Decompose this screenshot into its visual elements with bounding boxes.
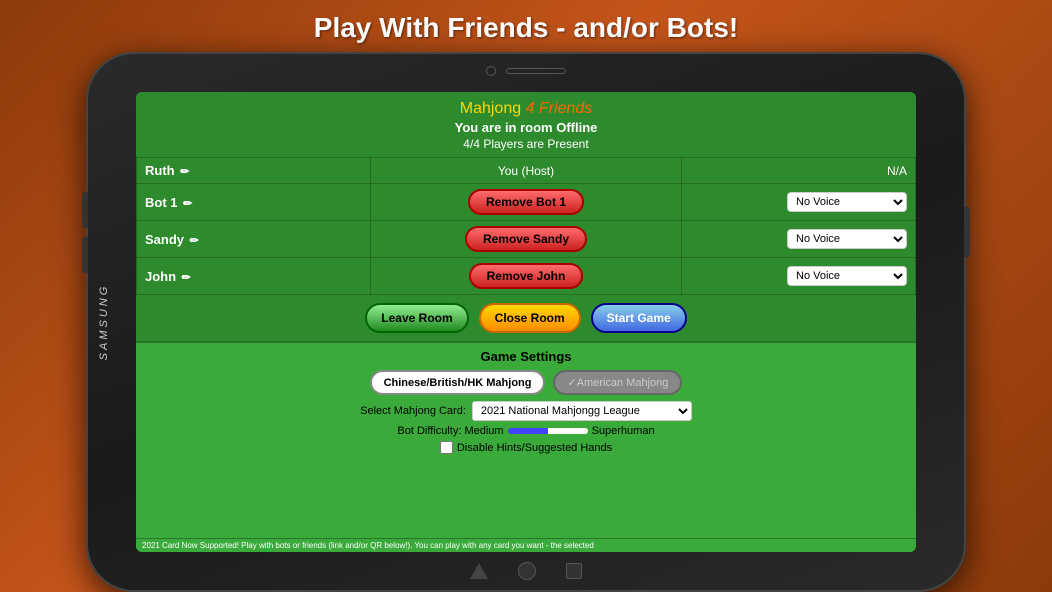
- page-title: Play With Friends - and/or Bots!: [314, 0, 738, 52]
- phone-screen: Mahjong 4 Friends You are in room Offlin…: [136, 92, 916, 552]
- volume-down-button[interactable]: [82, 237, 88, 273]
- table-row: Sandy ✏ Remove Sandy No Voice: [137, 221, 916, 258]
- card-select-dropdown[interactable]: 2021 National Mahjongg League: [472, 401, 692, 421]
- player-name-john: John ✏: [137, 258, 371, 295]
- card-select-row: Select Mahjong Card: 2021 National Mahjo…: [146, 401, 906, 421]
- host-label: You (Host): [498, 164, 554, 178]
- settings-title: Game Settings: [146, 349, 906, 364]
- player-name-sandy: Sandy ✏: [137, 221, 371, 258]
- difficulty-label: Bot Difficulty: Medium: [397, 425, 503, 437]
- players-info: 4/4 Players are Present: [146, 137, 906, 151]
- edit-icon-bot1[interactable]: ✏: [183, 197, 192, 210]
- title-friends: 4 Friends: [526, 100, 593, 117]
- app-content: Mahjong 4 Friends You are in room Offlin…: [136, 92, 916, 552]
- bottom-note: 2021 Card Now Supported! Play with bots …: [136, 538, 916, 552]
- leave-room-button[interactable]: Leave Room: [365, 303, 468, 333]
- settings-section: Game Settings Chinese/British/HK Mahjong…: [136, 341, 916, 538]
- room-info: You are in room Offline: [146, 120, 906, 135]
- remove-bot1-button[interactable]: Remove Bot 1: [468, 189, 584, 215]
- player-action-sandy: Remove Sandy: [370, 221, 682, 258]
- table-row: Ruth ✏ You (Host) N/A: [137, 158, 916, 184]
- player-action-ruth: You (Host): [370, 158, 682, 184]
- power-button[interactable]: [964, 207, 970, 257]
- american-mahjong-button[interactable]: ✓American Mahjong: [553, 370, 682, 395]
- front-camera: [486, 66, 496, 76]
- table-row: Bot 1 ✏ Remove Bot 1 No Voice: [137, 184, 916, 221]
- difficulty-row: Bot Difficulty: Medium Superhuman: [146, 425, 906, 437]
- recents-button[interactable]: [566, 563, 582, 579]
- phone-device: SAMSUNG Mahjong 4 Friends: [86, 52, 966, 592]
- brand-label: SAMSUNG: [98, 284, 110, 361]
- app-title: Mahjong 4 Friends: [146, 100, 906, 118]
- volume-up-button[interactable]: [82, 192, 88, 228]
- player-voice-sandy: No Voice: [682, 221, 916, 258]
- back-button[interactable]: [470, 563, 488, 579]
- card-select-label: Select Mahjong Card:: [360, 405, 466, 417]
- chinese-mahjong-button[interactable]: Chinese/British/HK Mahjong: [370, 370, 546, 395]
- table-row: John ✏ Remove John No Voice: [137, 258, 916, 295]
- hints-label: Disable Hints/Suggested Hands: [457, 442, 612, 454]
- app-header: Mahjong 4 Friends You are in room Offlin…: [136, 92, 916, 157]
- player-action-john: Remove John: [370, 258, 682, 295]
- remove-john-button[interactable]: Remove John: [469, 263, 584, 289]
- player-voice-john: No Voice: [682, 258, 916, 295]
- earpiece-speaker: [506, 68, 566, 74]
- player-action-bot1: Remove Bot 1: [370, 184, 682, 221]
- action-buttons-row: Leave Room Close Room Start Game: [136, 295, 916, 341]
- start-game-button[interactable]: Start Game: [591, 303, 687, 333]
- voice-select-bot1[interactable]: No Voice: [787, 192, 907, 212]
- player-voice-bot1: No Voice: [682, 184, 916, 221]
- nav-buttons: [470, 562, 582, 580]
- player-name-bot1: Bot 1 ✏: [137, 184, 371, 221]
- edit-icon-ruth[interactable]: ✏: [180, 165, 189, 178]
- na-text: N/A: [887, 164, 907, 178]
- voice-select-sandy[interactable]: No Voice: [787, 229, 907, 249]
- title-mahjong: Mahjong: [460, 100, 521, 117]
- hints-row: Disable Hints/Suggested Hands: [146, 441, 906, 454]
- player-voice-ruth: N/A: [682, 158, 916, 184]
- difficulty-slider[interactable]: [508, 428, 588, 434]
- player-name-ruth: Ruth ✏: [137, 158, 371, 184]
- home-button[interactable]: [518, 562, 536, 580]
- mahjong-type-row: Chinese/British/HK Mahjong ✓American Mah…: [146, 370, 906, 395]
- players-table: Ruth ✏ You (Host) N/A Bot 1 ✏: [136, 157, 916, 295]
- phone-shell: SAMSUNG Mahjong 4 Friends: [86, 52, 966, 592]
- voice-select-john[interactable]: No Voice: [787, 266, 907, 286]
- hints-checkbox[interactable]: [440, 441, 453, 454]
- edit-icon-john[interactable]: ✏: [182, 271, 191, 284]
- close-room-button[interactable]: Close Room: [479, 303, 581, 333]
- edit-icon-sandy[interactable]: ✏: [190, 234, 199, 247]
- remove-sandy-button[interactable]: Remove Sandy: [465, 226, 587, 252]
- difficulty-right-label: Superhuman: [592, 425, 655, 437]
- top-sensors: [486, 66, 566, 76]
